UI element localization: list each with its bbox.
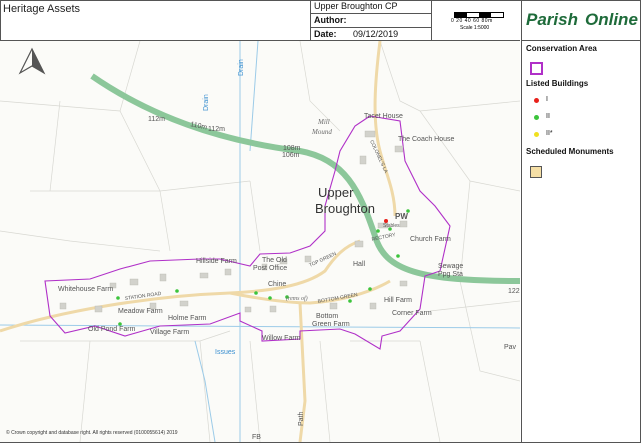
listed-building-marker[interactable]	[254, 291, 258, 295]
label-village-2: Broughton	[315, 201, 375, 216]
label-meadow-farm: Meadow Farm	[118, 308, 163, 315]
label-village-1: Upper	[318, 185, 354, 200]
header-bar: Heritage Assets Upper Broughton CP Autho…	[0, 0, 520, 41]
listed-building-marker[interactable]	[376, 229, 380, 233]
listed-building-marker[interactable]	[268, 296, 272, 300]
label-village-farm: Village Farm	[150, 329, 189, 336]
label-stables: Stables	[383, 223, 400, 229]
label-hall: Hall	[353, 261, 366, 268]
scale-cell: 0 20 40 60 80m Scale 1:5000	[432, 0, 520, 40]
label-sewage-2: Ppg Sta	[438, 271, 463, 278]
logo-part2: Online	[585, 10, 638, 29]
map-canvas[interactable]: Tacet House The Coach House Mill Mound U…	[0, 41, 520, 442]
label-old-pond-farm: Old Pond Farm	[88, 326, 136, 333]
date-value: 09/12/2019	[353, 29, 399, 39]
label-old-post-1: The Old	[262, 257, 287, 264]
legend-conservation-title: Conservation Area	[526, 44, 597, 53]
label-pav: Pav	[504, 344, 517, 351]
label-mill: Mill	[317, 118, 330, 126]
label-hill-farm: Hill Farm	[384, 297, 412, 304]
buildings	[59, 130, 408, 313]
parish-name: Upper Broughton CP	[314, 1, 398, 11]
author-row: Author:	[311, 14, 431, 28]
minor-roads	[0, 41, 397, 442]
logo-part1: Parish	[526, 10, 578, 29]
legend-listed-title: Listed Buildings	[526, 79, 589, 88]
label-drain-2: Drain	[238, 59, 245, 76]
north-arrow	[18, 47, 46, 75]
label-bottom-green-road: BOTTOM GREEN	[317, 292, 358, 305]
grade-1-dot	[534, 98, 539, 103]
listed-building-marker[interactable]	[348, 299, 352, 303]
title-cell: Heritage Assets	[0, 0, 311, 40]
copyright-text: © Crown copyright and database right. Al…	[6, 430, 178, 436]
listed-building-marker[interactable]	[396, 254, 400, 258]
author-label: Author:	[314, 15, 347, 25]
label-bottom-green-2: Green Farm	[312, 321, 350, 328]
parish-row: Upper Broughton CP	[311, 0, 431, 14]
grade-2star-label: II*	[546, 130, 553, 137]
label-height-108: 108m	[283, 145, 301, 152]
label-height-112: 112m	[148, 116, 165, 123]
conservation-area-swatch	[530, 62, 543, 75]
label-sewage-1: Sewage	[438, 263, 463, 270]
map-svg: Tacet House The Coach House Mill Mound U…	[0, 41, 520, 442]
label-willow-farm: Willow Farm	[262, 335, 301, 342]
label-coach-house: The Coach House	[398, 136, 455, 143]
label-tacet-house: Tacet House	[364, 113, 403, 120]
grade-2-label: II	[546, 113, 550, 120]
legend-panel: Conservation Area Listed Buildings I II …	[521, 41, 641, 442]
label-hillside-farm: Hillside Farm	[196, 258, 237, 265]
label-height-112b: 112m	[208, 126, 225, 133]
label-chine: Chine	[268, 281, 286, 288]
grade-1-label: I	[546, 96, 548, 103]
date-label: Date:	[314, 29, 337, 39]
legend-scheduled-title: Scheduled Monuments	[526, 147, 614, 156]
listed-building-marker[interactable]	[368, 287, 372, 291]
label-corner-farm: Corner Farm	[392, 310, 432, 317]
map-title: Heritage Assets	[3, 3, 81, 15]
label-mound: Mound	[311, 128, 332, 136]
label-pw: PW	[395, 212, 408, 221]
grade-2-dot	[534, 115, 539, 120]
scale-text: Scale 1:5000	[460, 25, 490, 31]
parish-online-logo: Parish Online	[521, 0, 641, 41]
label-church-farm: Church Farm	[410, 236, 451, 243]
scheduled-monument-swatch	[530, 166, 542, 178]
label-rems: (rems of)	[286, 295, 308, 302]
listed-building-marker[interactable]	[116, 296, 120, 300]
label-old-post-2: Post Office	[253, 265, 287, 272]
date-row: Date: 09/12/2019	[311, 28, 431, 41]
label-whitehouse-farm: Whitehouse Farm	[58, 286, 113, 293]
label-path: Path	[298, 411, 305, 426]
label-drain-1: Drain	[203, 94, 210, 111]
label-bottom-green-1: Bottom	[316, 313, 338, 320]
label-issues: Issues	[215, 349, 236, 356]
label-height-106: 106m	[282, 152, 300, 159]
scale-ticks: 0 20 40 60 80m	[451, 18, 493, 24]
label-fb: FB	[252, 434, 261, 441]
label-holme-farm: Holme Farm	[168, 315, 207, 322]
info-cell: Upper Broughton CP Author: Date: 09/12/2…	[311, 0, 432, 40]
grade-2star-dot	[534, 132, 539, 137]
listed-building-marker[interactable]	[175, 289, 179, 293]
label-height-122: 122m	[508, 288, 520, 295]
